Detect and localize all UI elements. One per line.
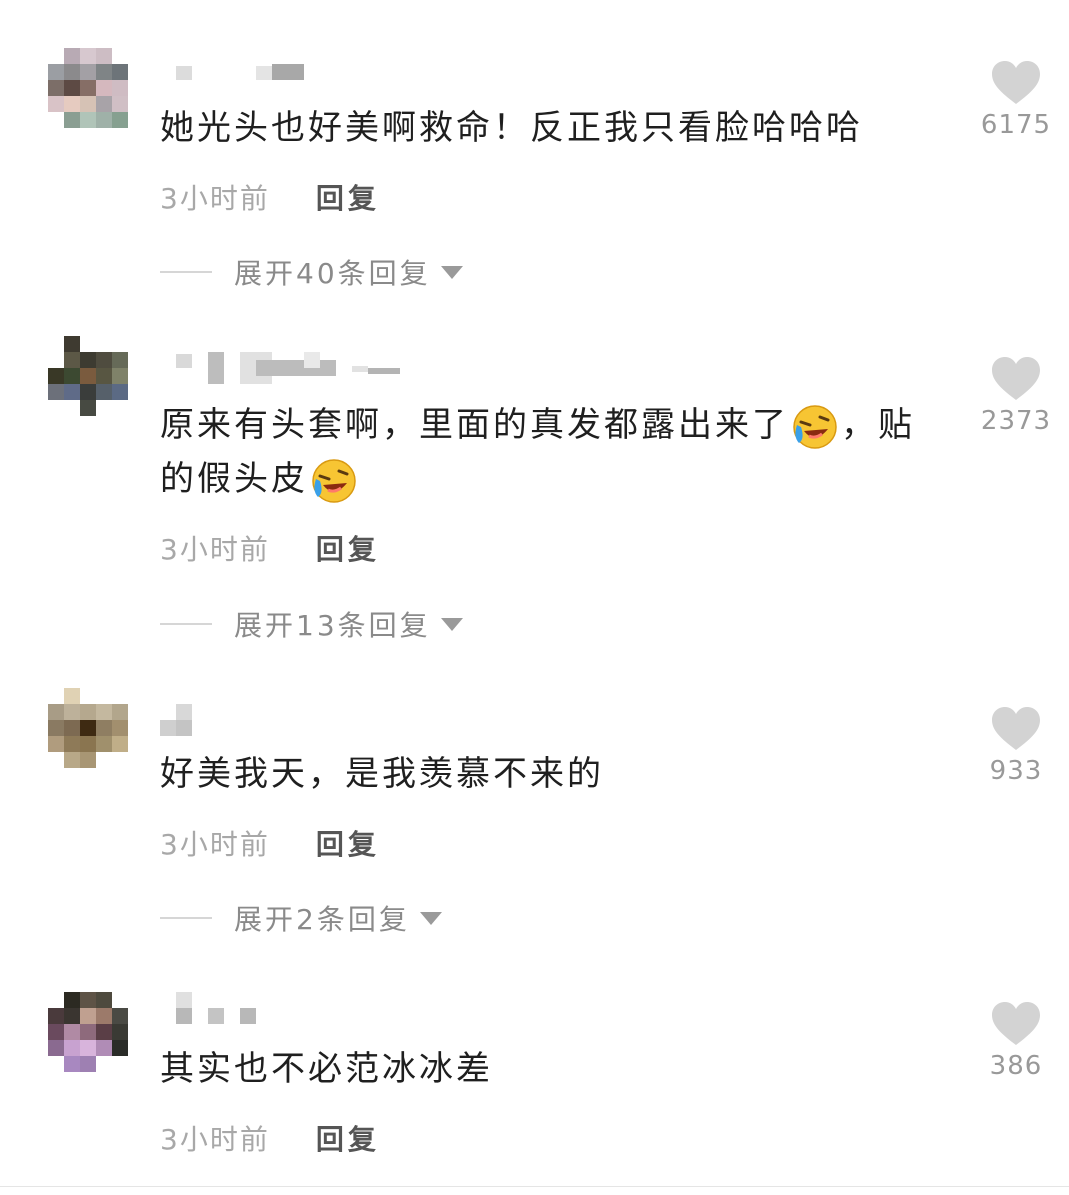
comment-time: 3小时前 <box>160 828 270 861</box>
expand-replies-label: 展开40条回复 <box>234 257 431 290</box>
expand-replies-button[interactable]: 展开2条回复 <box>160 898 442 938</box>
avatar[interactable] <box>48 336 128 416</box>
comment-time: 3小时前 <box>160 533 270 566</box>
laughing-crying-emoji-icon <box>312 459 356 503</box>
comment-text: 她光头也好美啊救命！反正我只看脸哈哈哈 <box>160 108 863 148</box>
avatar[interactable] <box>48 48 128 128</box>
like-button[interactable]: 2373 <box>980 356 1052 436</box>
username-redacted[interactable] <box>160 704 420 736</box>
expand-replies-button[interactable]: 展开13条回复 <box>160 604 463 644</box>
avatar[interactable] <box>48 688 128 768</box>
comment-time: 3小时前 <box>160 182 270 215</box>
comment-meta: 3小时前 回复 <box>160 1118 380 1158</box>
heart-icon <box>992 707 1040 750</box>
like-count: 386 <box>989 1051 1043 1081</box>
divider <box>160 271 212 273</box>
like-count: 2373 <box>980 406 1052 436</box>
expand-replies-button[interactable]: 展开40条回复 <box>160 252 463 292</box>
like-button[interactable]: 386 <box>980 1001 1052 1081</box>
username-redacted[interactable] <box>160 62 420 86</box>
like-button[interactable]: 6175 <box>980 60 1052 140</box>
comment-text-part: 原来有头套啊，里面的真发都露出来了 <box>160 405 789 445</box>
expand-replies-label: 展开13条回复 <box>234 609 431 642</box>
avatar[interactable] <box>48 992 128 1072</box>
divider <box>160 917 212 919</box>
reply-button[interactable]: 回复 <box>316 1118 380 1158</box>
comment-meta: 3小时前 回复 <box>160 823 380 863</box>
reply-button[interactable]: 回复 <box>316 528 380 568</box>
bottom-divider <box>0 1186 1069 1187</box>
comment-time: 3小时前 <box>160 1123 270 1156</box>
like-button[interactable]: 933 <box>980 706 1052 786</box>
username-redacted[interactable] <box>160 992 420 1024</box>
like-count: 933 <box>989 756 1043 786</box>
username-redacted[interactable] <box>160 352 420 384</box>
laughing-crying-emoji-icon <box>793 405 837 449</box>
expand-replies-label: 展开2条回复 <box>234 903 410 936</box>
caret-down-icon <box>440 617 463 631</box>
caret-down-icon <box>440 265 463 279</box>
divider <box>160 623 212 625</box>
caret-down-icon <box>419 911 442 925</box>
heart-icon <box>992 1002 1040 1045</box>
reply-button[interactable]: 回复 <box>316 177 380 217</box>
comment-meta: 3小时前 回复 <box>160 177 380 217</box>
heart-icon <box>992 61 1040 104</box>
like-count: 6175 <box>980 110 1052 140</box>
comment-meta: 3小时前 回复 <box>160 528 380 568</box>
comment-text: 好美我天，是我羡慕不来的 <box>160 754 604 794</box>
reply-button[interactable]: 回复 <box>316 823 380 863</box>
comment-text: 原来有头套啊，里面的真发都露出来了 ，贴的假头皮 <box>160 398 950 506</box>
comment-text: 其实也不必范冰冰差 <box>160 1049 493 1089</box>
heart-icon <box>992 357 1040 400</box>
